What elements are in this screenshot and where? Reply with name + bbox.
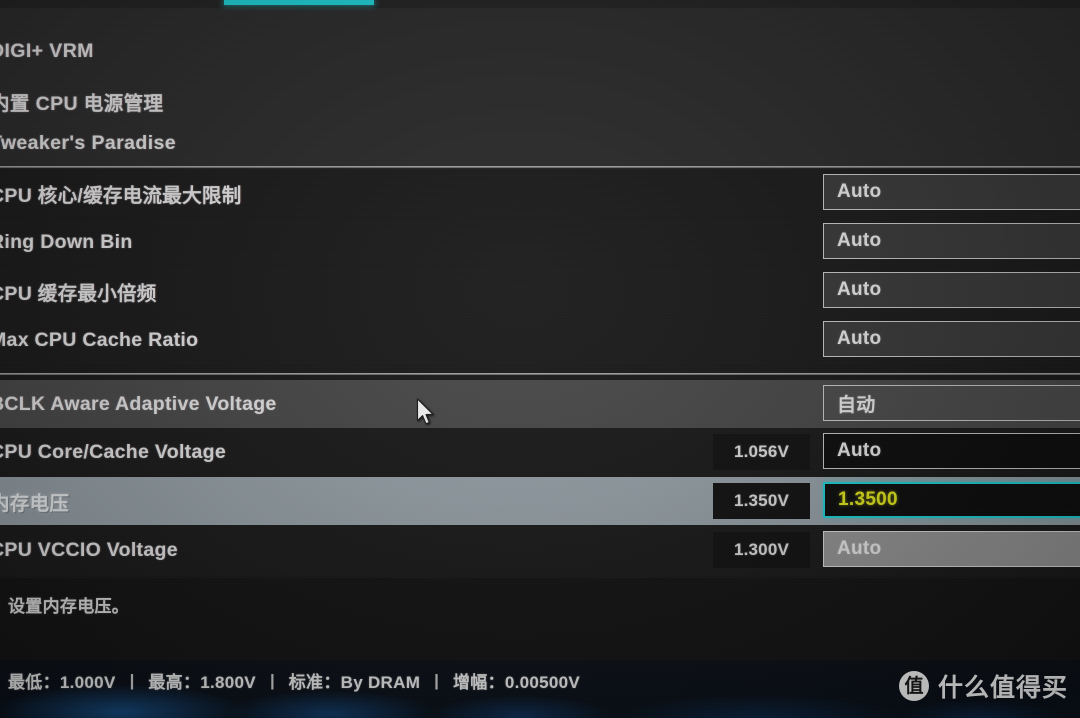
- status-bar: 最低：1.000V | 最高：1.800V | 标准：By DRAM | 增幅：…: [0, 660, 1080, 718]
- row-label: Max CPU Cache Ratio: [0, 328, 199, 351]
- status-max: 最高：1.800V: [148, 673, 256, 692]
- value-text: Auto: [837, 181, 882, 202]
- section-divider: [0, 373, 1080, 375]
- menu-item-digi-vrm[interactable]: DIGI+ VRM: [0, 40, 94, 63]
- table-row-selected[interactable]: 内存电压 1.350V 1.3500: [0, 477, 1080, 525]
- table-row[interactable]: CPU 核心/缓存电流最大限制 Auto: [0, 169, 1080, 217]
- value-field-bclk-aware-adaptive-voltage[interactable]: 自动: [823, 385, 1080, 421]
- row-label: CPU 核心/缓存电流最大限制: [0, 184, 242, 207]
- table-row[interactable]: Ring Down Bin Auto: [0, 218, 1080, 266]
- menu-divider: [0, 166, 1080, 168]
- menu-item-label: 内置 CPU 电源管理: [0, 93, 164, 115]
- value-text: Auto: [837, 440, 882, 461]
- row-label: CPU VCCIO Voltage: [0, 538, 178, 561]
- bios-setup-screen: DIGI+ VRM 内置 CPU 电源管理 Tweaker's Paradise…: [0, 0, 1080, 718]
- status-line: 最低：1.000V | 最高：1.800V | 标准：By DRAM | 增幅：…: [8, 668, 580, 693]
- menu-item-label: Tweaker's Paradise: [0, 132, 177, 154]
- row-label: CPU Core/Cache Voltage: [0, 440, 226, 463]
- menu-item-internal-cpu-power-management[interactable]: 内置 CPU 电源管理: [0, 87, 163, 116]
- settings-rows: CPU 核心/缓存电流最大限制 Auto Ring Down Bin Auto …: [0, 169, 1080, 578]
- mouse-cursor-icon: [416, 398, 436, 433]
- watermark: 值 什么值得买: [898, 668, 1068, 704]
- row-label: BCLK Aware Adaptive Voltage: [0, 392, 277, 415]
- menu-item-label: DIGI+ VRM: [0, 40, 94, 62]
- description-panel: 设置内存电压。: [0, 578, 1080, 660]
- submenu-list: DIGI+ VRM 内置 CPU 电源管理 Tweaker's Paradise: [0, 8, 1080, 167]
- value-field-cpu-vccio-voltage[interactable]: Auto: [823, 531, 1080, 567]
- value-text: Auto: [837, 538, 882, 559]
- status-divider: |: [269, 670, 275, 690]
- active-tab-indicator: [224, 0, 374, 5]
- table-row[interactable]: Max CPU Cache Ratio Auto: [0, 316, 1080, 364]
- table-row[interactable]: BCLK Aware Adaptive Voltage 自动: [0, 380, 1080, 428]
- value-field-cpu-core-cache-voltage[interactable]: Auto: [823, 433, 1080, 469]
- watermark-text: 什么值得买: [937, 674, 1068, 702]
- value-text: Auto: [837, 328, 882, 349]
- voltage-readout: 1.350V: [713, 483, 810, 519]
- value-text: Auto: [837, 230, 882, 251]
- value-text: Auto: [837, 279, 882, 300]
- status-divider: |: [434, 670, 439, 690]
- value-field-dram-voltage[interactable]: 1.3500: [823, 482, 1080, 518]
- voltage-readout: 1.056V: [713, 434, 810, 470]
- value-text: 1.3500: [838, 489, 898, 510]
- status-min: 最低：1.000V: [8, 673, 116, 692]
- row-label: 内存电压: [0, 492, 70, 515]
- table-row[interactable]: CPU 缓存最小倍频 Auto: [0, 267, 1080, 315]
- value-field-ring-down-bin[interactable]: Auto: [823, 223, 1080, 259]
- table-row[interactable]: CPU Core/Cache Voltage 1.056V Auto: [0, 428, 1080, 476]
- value-field-cpu-core-cache-current-limit-max[interactable]: Auto: [823, 174, 1080, 210]
- status-divider: |: [129, 670, 135, 690]
- row-label: Ring Down Bin: [0, 230, 133, 253]
- status-step: 增幅：0.00500V: [452, 673, 581, 692]
- status-default: 标准：By DRAM: [288, 673, 421, 692]
- value-text: 自动: [837, 394, 876, 416]
- value-field-min-cpu-cache-ratio[interactable]: Auto: [823, 272, 1080, 308]
- row-label: CPU 缓存最小倍频: [0, 282, 157, 305]
- smzdm-logo-icon: 值: [898, 671, 929, 701]
- menu-item-tweakers-paradise[interactable]: Tweaker's Paradise: [0, 132, 176, 155]
- value-field-max-cpu-cache-ratio[interactable]: Auto: [823, 321, 1080, 357]
- description-text: 设置内存电压。: [8, 597, 130, 616]
- voltage-readout: 1.300V: [713, 532, 810, 568]
- table-row[interactable]: CPU VCCIO Voltage 1.300V Auto: [0, 526, 1080, 574]
